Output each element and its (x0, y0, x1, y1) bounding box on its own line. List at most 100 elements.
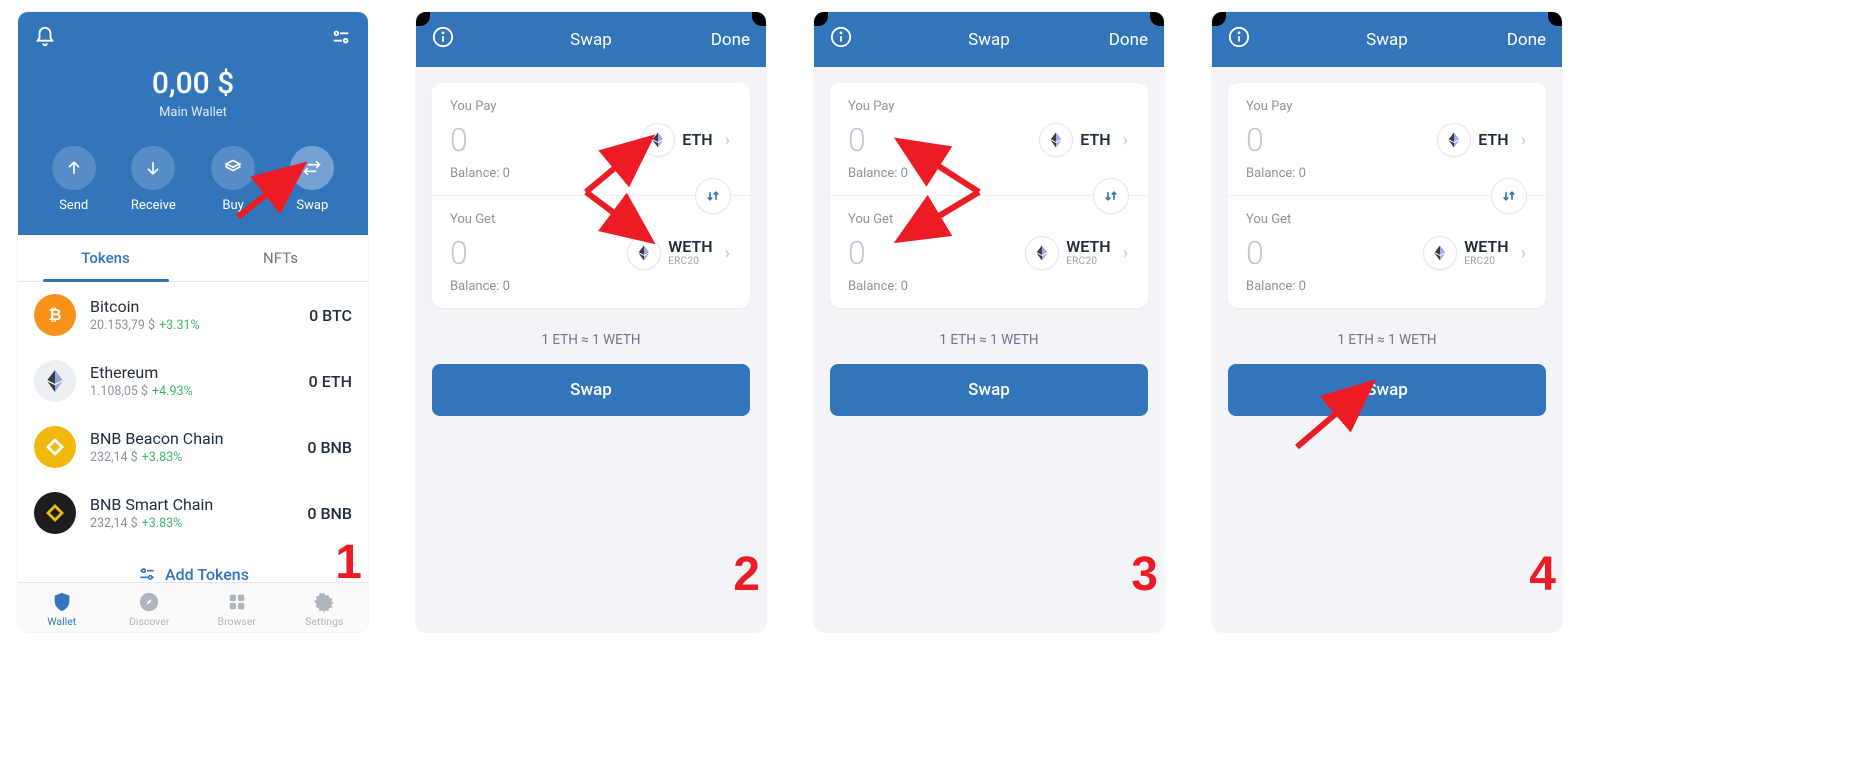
wallet-tabs: Tokens NFTs (18, 235, 368, 282)
nav-browser[interactable]: Browser (193, 591, 281, 628)
swap-title: Swap (968, 30, 1010, 50)
you-get-label: You Get (450, 212, 732, 227)
token-name: BNB Beacon Chain (90, 429, 293, 448)
info-icon[interactable] (1228, 26, 1250, 53)
bell-icon[interactable] (34, 26, 56, 52)
token-change: +3.31% (159, 318, 200, 333)
you-get-label: You Get (848, 212, 1130, 227)
pay-amount-input[interactable]: 0 (848, 121, 1038, 159)
weth-icon (1026, 237, 1058, 269)
done-button[interactable]: Done (1088, 30, 1148, 50)
exchange-rate: 1 ETH ≈ 1 WETH (814, 324, 1164, 364)
info-icon[interactable] (432, 26, 454, 53)
info-icon[interactable] (830, 26, 852, 53)
step-number: 4 (1529, 547, 1556, 602)
get-token-selector[interactable]: WETHERC20 › (626, 233, 732, 273)
you-pay-label: You Pay (848, 99, 1130, 114)
tab-nfts[interactable]: NFTs (193, 235, 368, 281)
step-number: 1 (335, 535, 362, 590)
screen-swap-step3: Swap Done You Pay 0 ETH › Balance: 0 (814, 12, 1164, 632)
token-row-bnb-beacon[interactable]: BNB Beacon Chain 232,14 $+3.83% 0 BNB (18, 414, 368, 480)
pay-token-selector[interactable]: ETH › (1038, 120, 1130, 160)
done-button[interactable]: Done (1486, 30, 1546, 50)
bnb-beacon-icon (34, 426, 76, 468)
chevron-right-icon: › (1521, 130, 1526, 151)
swap-title: Swap (1366, 30, 1408, 50)
exchange-rate: 1 ETH ≈ 1 WETH (1212, 324, 1562, 364)
token-balance: 0 BNB (307, 504, 352, 523)
grid-icon (226, 591, 248, 613)
action-receive[interactable]: Receive (131, 146, 176, 213)
swap-direction-toggle[interactable] (696, 179, 730, 213)
screen-swap-step4: Swap Done You Pay 0 ETH › Balance: 0 (1212, 12, 1562, 632)
chevron-right-icon: › (725, 243, 730, 264)
action-buy[interactable]: Buy (211, 146, 255, 213)
add-tokens-button[interactable]: Add Tokens (18, 546, 368, 582)
swap-direction-toggle[interactable] (1492, 179, 1526, 213)
action-receive-label: Receive (131, 198, 176, 213)
eth-icon (642, 124, 674, 156)
wallet-header: 0,00 $ Main Wallet Send Receive Buy (18, 12, 368, 235)
swap-direction-toggle[interactable] (1094, 179, 1128, 213)
swap-header: Swap Done (1212, 12, 1562, 67)
pay-balance: Balance: 0 (1246, 166, 1528, 181)
token-balance: 0 BTC (309, 306, 352, 325)
swap-card: You Pay 0 ETH › Balance: 0 You Get 0 (1228, 83, 1546, 308)
swap-card: You Pay 0 ETH › Balance: 0 You Get (432, 83, 750, 308)
swap-submit-button[interactable]: Swap (830, 364, 1148, 416)
swap-submit-button[interactable]: Swap (1228, 364, 1546, 416)
nav-settings[interactable]: Settings (281, 591, 369, 628)
swap-header: Swap Done (416, 12, 766, 67)
get-balance: Balance: 0 (848, 279, 1130, 294)
token-name: Bitcoin (90, 297, 295, 316)
token-row-bitcoin[interactable]: ₿ Bitcoin 20.153,79 $+3.31% 0 BTC (18, 282, 368, 348)
you-pay-label: You Pay (450, 99, 732, 114)
screen-swap-step2: Swap Done You Pay 0 ETH › Balance: 0 (416, 12, 766, 632)
shield-icon (51, 591, 73, 613)
token-balance: 0 ETH (309, 372, 352, 391)
action-send[interactable]: Send (52, 146, 96, 213)
action-swap[interactable]: Swap (290, 146, 334, 213)
get-token-selector[interactable]: WETHERC20 › (1024, 233, 1130, 273)
swap-header: Swap Done (814, 12, 1164, 67)
gear-icon (313, 591, 335, 613)
chevron-right-icon: › (725, 130, 730, 151)
token-change: +3.83% (142, 516, 183, 531)
you-pay-label: You Pay (1246, 99, 1528, 114)
action-buy-label: Buy (222, 198, 243, 213)
token-change: +3.83% (142, 450, 183, 465)
balance-amount: 0,00 $ (34, 66, 352, 101)
tab-tokens[interactable]: Tokens (18, 235, 193, 281)
pay-amount-input[interactable]: 0 (450, 121, 640, 159)
token-row-ethereum[interactable]: Ethereum 1.108,05 $+4.93% 0 ETH (18, 348, 368, 414)
action-swap-label: Swap (296, 198, 328, 213)
done-button[interactable]: Done (690, 30, 750, 50)
get-amount-display: 0 (450, 234, 626, 272)
ethereum-icon (34, 360, 76, 402)
pay-amount-input[interactable]: 0 (1246, 121, 1436, 159)
bottom-nav: Wallet Discover Browser Settings (18, 582, 368, 632)
chevron-right-icon: › (1521, 243, 1526, 264)
settings-sliders-icon[interactable] (330, 26, 352, 52)
get-amount-display: 0 (1246, 234, 1422, 272)
token-row-bnb-smart[interactable]: BNB Smart Chain 232,14 $+3.83% 0 BNB (18, 480, 368, 546)
pay-token-selector[interactable]: ETH › (640, 120, 732, 160)
eth-icon (1438, 124, 1470, 156)
nav-discover[interactable]: Discover (106, 591, 194, 628)
get-balance: Balance: 0 (1246, 279, 1528, 294)
swap-submit-button[interactable]: Swap (432, 364, 750, 416)
get-amount-display: 0 (848, 234, 1024, 272)
token-name: Ethereum (90, 363, 295, 382)
swap-title: Swap (570, 30, 612, 50)
pay-token-selector[interactable]: ETH › (1436, 120, 1528, 160)
wallet-name[interactable]: Main Wallet (34, 105, 352, 120)
action-send-label: Send (59, 198, 88, 213)
sliders-icon (137, 564, 157, 582)
bitcoin-icon: ₿ (34, 294, 76, 336)
nav-wallet[interactable]: Wallet (18, 591, 106, 628)
get-token-selector[interactable]: WETHERC20 › (1422, 233, 1528, 273)
step-number: 3 (1131, 547, 1158, 602)
screen-wallet: 0,00 $ Main Wallet Send Receive Buy (18, 12, 368, 632)
token-balance: 0 BNB (307, 438, 352, 457)
token-change: +4.93% (152, 384, 193, 399)
